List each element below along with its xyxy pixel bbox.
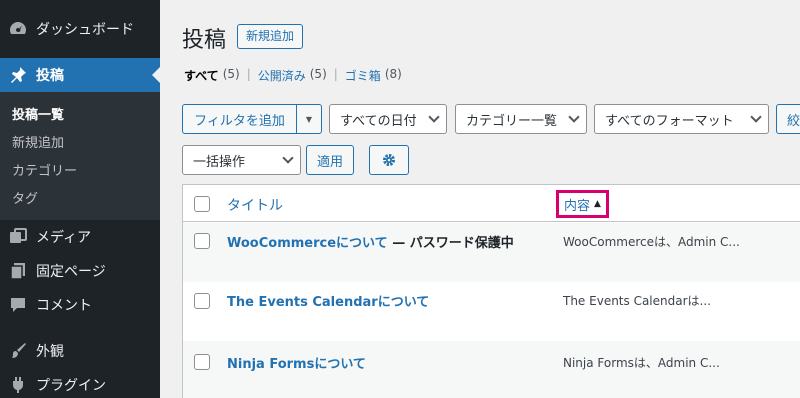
main-content: 投稿 新規追加 すべて (5) | 公開済み (5) | ゴミ箱 (8) フィル…: [160, 0, 800, 398]
apply-button[interactable]: 適用: [306, 145, 354, 175]
view-published[interactable]: 公開済み: [258, 67, 306, 84]
table-row: WooCommerceについて — パスワード保護中 WooCommerceは、…: [183, 223, 800, 282]
post-title-link[interactable]: WooCommerceについて — パスワード保護中: [227, 232, 514, 251]
filter-submit-button[interactable]: 絞: [776, 104, 800, 134]
post-content-excerpt: Ninja Formsは、Admin C...: [563, 356, 720, 370]
select-all-checkbox[interactable]: [194, 196, 210, 212]
submenu-add-new[interactable]: 新規追加: [0, 130, 160, 158]
format-filter-select[interactable]: すべてのフォーマット: [594, 104, 769, 134]
gear-icon: [383, 154, 395, 166]
admin-sidebar: ダッシュボード 投稿 投稿一覧 新規追加 カテゴリー タグ メディア 固定ページ…: [0, 0, 160, 398]
bulk-action-value: 一括操作: [193, 154, 246, 170]
chevron-down-icon: [428, 111, 440, 123]
sidebar-item-comments[interactable]: コメント: [0, 288, 160, 322]
category-filter-value: カテゴリー一覧: [466, 113, 558, 129]
sidebar-item-dashboard[interactable]: ダッシュボード: [0, 12, 160, 46]
submenu-categories[interactable]: カテゴリー: [0, 158, 160, 186]
comment-icon: [0, 296, 36, 314]
submenu-tags[interactable]: タグ: [0, 186, 160, 214]
post-title-link[interactable]: Ninja Formsについて: [227, 353, 366, 372]
separator: |: [246, 67, 251, 81]
chevron-down-icon: [750, 111, 762, 123]
sidebar-item-label: 投稿: [36, 68, 64, 84]
chevron-down-icon: [282, 152, 294, 164]
separator: |: [333, 67, 338, 81]
plugin-icon: [0, 376, 36, 394]
sidebar-item-plugins[interactable]: プラグイン: [0, 368, 160, 398]
post-title-link[interactable]: The Events Calendarについて: [227, 291, 429, 310]
row-checkbox[interactable]: [194, 233, 210, 249]
sidebar-item-media[interactable]: メディア: [0, 220, 160, 254]
row-checkbox[interactable]: [194, 293, 210, 309]
column-title-header[interactable]: タイトル: [227, 195, 283, 215]
sidebar-item-pages[interactable]: 固定ページ: [0, 254, 160, 288]
view-filters: すべて (5) | 公開済み (5) | ゴミ箱 (8): [184, 67, 402, 84]
caret-down-icon: ▼: [305, 114, 313, 124]
sort-ascending-icon: ▲: [594, 199, 601, 209]
brush-icon: [0, 342, 36, 360]
page-title: 投稿: [182, 28, 227, 53]
view-all-count: (5): [222, 67, 240, 81]
screen-settings-button[interactable]: [369, 145, 409, 175]
submenu-all-posts[interactable]: 投稿一覧: [0, 102, 160, 130]
table-row: Ninja Formsについて Ninja Formsは、Admin C...: [183, 341, 800, 398]
table-row: The Events Calendarについて The Events Calen…: [183, 282, 800, 341]
dashboard-icon: [0, 20, 36, 38]
chevron-down-icon: [568, 111, 580, 123]
bulk-action-select[interactable]: 一括操作: [182, 145, 301, 175]
add-filter-button[interactable]: フィルタを追加: [182, 104, 297, 134]
sidebar-item-label: プラグイン: [36, 378, 106, 394]
page-icon: [0, 262, 36, 280]
add-filter-dropdown-button[interactable]: ▼: [296, 104, 322, 134]
post-content-excerpt: The Events Calendarは...: [563, 294, 711, 308]
column-content-header[interactable]: 内容 ▲: [556, 190, 609, 218]
posts-table: タイトル 内容 ▲ WooCommerceについて — パスワード保護中 Woo…: [182, 184, 800, 398]
sidebar-item-label: ダッシュボード: [36, 22, 134, 38]
pin-icon: [0, 66, 36, 84]
sidebar-item-appearance[interactable]: 外観: [0, 334, 160, 368]
category-filter-select[interactable]: カテゴリー一覧: [455, 104, 587, 134]
sidebar-item-posts[interactable]: 投稿: [0, 58, 160, 92]
format-filter-value: すべてのフォーマット: [605, 113, 734, 129]
view-all[interactable]: すべて: [184, 67, 219, 84]
add-new-button[interactable]: 新規追加: [237, 24, 304, 49]
view-trash-count: (8): [384, 67, 402, 81]
post-state: — パスワード保護中: [387, 236, 514, 251]
post-content-excerpt: WooCommerceは、Admin C...: [563, 235, 740, 249]
column-content-label: 内容: [564, 198, 591, 214]
view-published-count: (5): [309, 67, 327, 81]
sidebar-item-label: コメント: [36, 298, 92, 314]
table-header: タイトル 内容 ▲: [183, 185, 800, 222]
sidebar-item-label: 外観: [36, 344, 64, 360]
media-icon: [0, 228, 36, 246]
date-filter-select[interactable]: すべての日付: [329, 104, 447, 134]
posts-submenu: 投稿一覧 新規追加 カテゴリー タグ: [0, 92, 160, 220]
date-filter-value: すべての日付: [340, 113, 417, 129]
sidebar-item-label: 固定ページ: [36, 264, 106, 280]
view-trash[interactable]: ゴミ箱: [345, 67, 381, 84]
row-checkbox[interactable]: [194, 354, 210, 370]
sidebar-item-label: メディア: [36, 230, 92, 246]
